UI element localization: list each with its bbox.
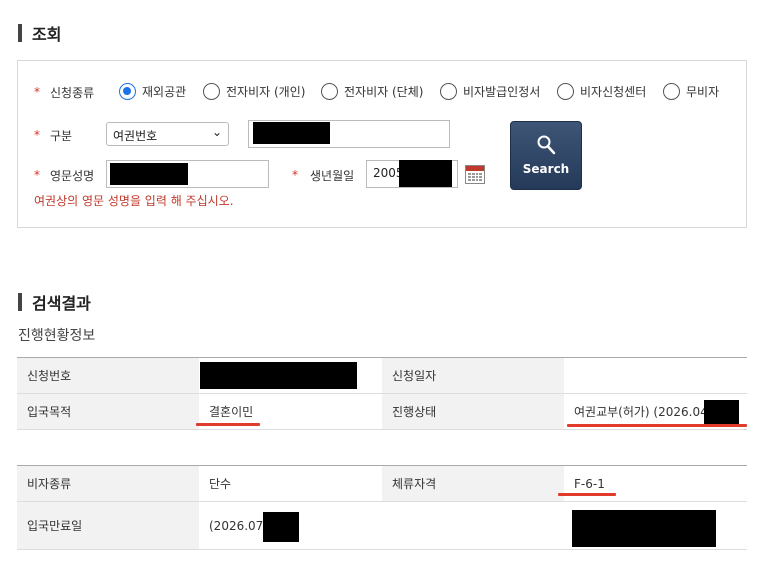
- search-button-label: Search: [522, 162, 570, 176]
- progress-table: 신청번호 신청일자 입국목적 결혼이민 진행상태 여권교부(허가) (2026.…: [17, 357, 747, 430]
- required-mark: *: [34, 128, 40, 142]
- results-title: 검색결과: [32, 294, 91, 313]
- radio-circle: [440, 83, 457, 100]
- empty-cell: [382, 502, 564, 549]
- annotation-underline: [196, 423, 260, 426]
- radio-visa-application-center[interactable]: 비자신청센터: [557, 83, 646, 100]
- search-button[interactable]: Search: [510, 121, 582, 190]
- chevron-down-icon: ⌄: [211, 125, 222, 139]
- entry-expiry-header: 입국만료일: [17, 502, 199, 549]
- required-mark: *: [292, 168, 298, 182]
- category-select[interactable]: 여권번호 ⌄: [106, 122, 229, 146]
- required-mark: *: [34, 85, 40, 99]
- title-bar: [18, 24, 22, 42]
- radio-visa-issuance-certificate[interactable]: 비자발급인정서: [440, 83, 540, 100]
- calendar-icon[interactable]: [465, 165, 485, 184]
- inquiry-title: 조회: [32, 25, 62, 44]
- english-name-hint: 여권상의 영문 성명을 입력 해 주십시오.: [34, 194, 234, 208]
- visa-type-header: 비자종류: [17, 466, 199, 501]
- visa-type-value: 단수: [209, 477, 232, 491]
- title-bar: [18, 293, 22, 311]
- application-date-header: 신청일자: [382, 358, 564, 393]
- progress-status-header: 진행상태: [382, 394, 564, 429]
- application-number-header: 신청번호: [17, 358, 199, 393]
- redacted-value: [572, 510, 716, 547]
- radio-label: 전자비자 (개인): [226, 85, 306, 99]
- radio-circle: [557, 83, 574, 100]
- redacted-status-date: [704, 400, 739, 425]
- inquiry-section-title: 조회: [18, 21, 61, 45]
- radio-label: 전자비자 (단체): [344, 85, 424, 99]
- redacted-expiry-date: [263, 512, 299, 542]
- required-mark: *: [34, 168, 40, 182]
- category-label: 구분: [50, 129, 73, 143]
- annotation-underline: [558, 493, 616, 496]
- radio-label: 무비자: [686, 85, 720, 99]
- radio-embassy[interactable]: 재외공관: [119, 83, 186, 100]
- radio-circle: [663, 83, 680, 100]
- application-type-label: 신청종류: [50, 86, 95, 100]
- radio-circle: [119, 83, 136, 100]
- table-row: 비자종류 단수 체류자격 F-6-1: [17, 466, 747, 502]
- radio-label: 재외공관: [142, 85, 187, 99]
- radio-evisa-group[interactable]: 전자비자 (단체): [321, 83, 423, 100]
- entry-purpose-header: 입국목적: [17, 394, 199, 429]
- category-selected-value: 여권번호: [113, 129, 158, 143]
- application-date-value: [564, 358, 747, 393]
- stay-status-header: 체류자격: [382, 466, 564, 501]
- english-name-label: 영문성명: [50, 169, 95, 183]
- radio-circle: [203, 83, 220, 100]
- radio-label: 비자신청센터: [580, 85, 647, 99]
- radio-visa-free[interactable]: 무비자: [663, 83, 719, 100]
- redacted-application-number: [200, 362, 357, 389]
- radio-label: 비자발급인정서: [463, 85, 541, 99]
- birth-date-label: 생년월일: [310, 169, 355, 183]
- table-row: 신청번호 신청일자: [17, 358, 747, 394]
- search-icon: [537, 135, 556, 155]
- radio-evisa-individual[interactable]: 전자비자 (개인): [203, 83, 305, 100]
- annotation-underline: [567, 424, 747, 427]
- progress-info-subtitle: 진행현황정보: [18, 328, 96, 344]
- redacted-passport-number: [253, 122, 330, 144]
- radio-circle: [321, 83, 338, 100]
- redacted-birth-date: [399, 160, 452, 187]
- results-section-title: 검색결과: [18, 290, 91, 314]
- redacted-english-name: [110, 163, 188, 185]
